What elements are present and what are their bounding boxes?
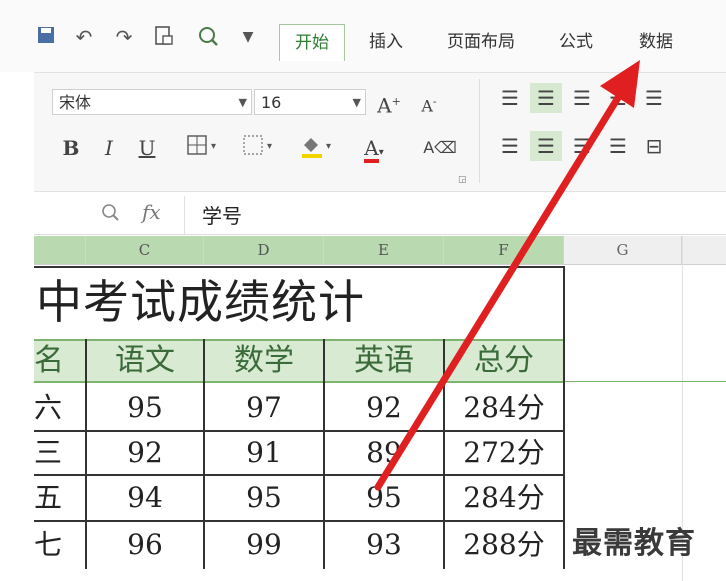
watermark-logo: 最需教育 — [572, 526, 696, 561]
annotation-arrow-icon — [374, 60, 640, 491]
